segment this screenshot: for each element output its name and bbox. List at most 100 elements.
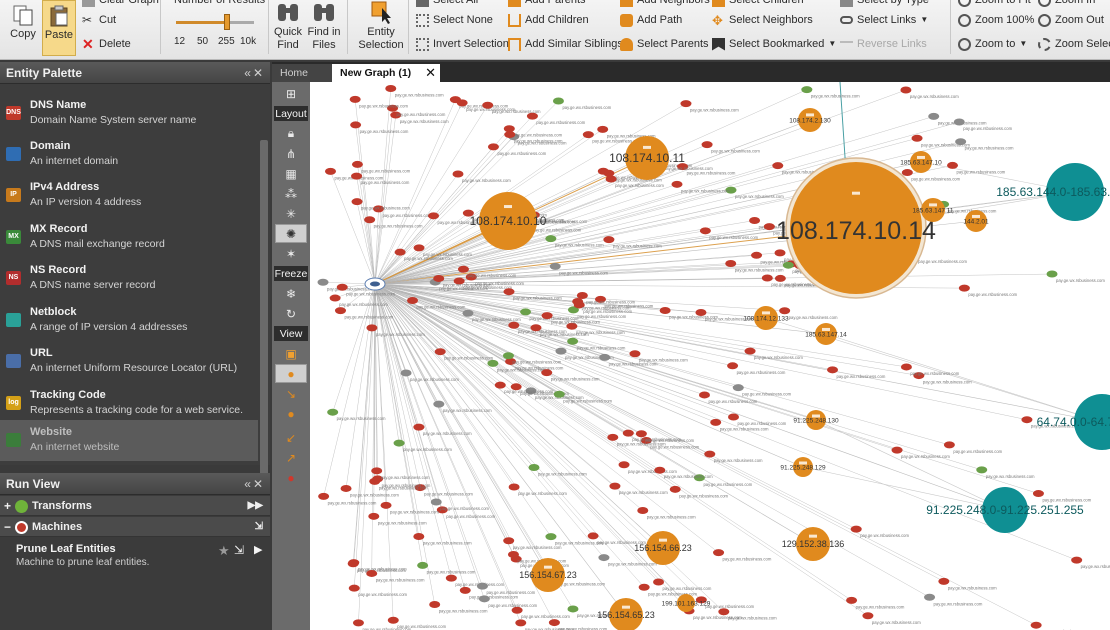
info-view-icon[interactable]: ▣ [275, 344, 307, 363]
machine-item[interactable]: Prune Leaf Entities Machine to prune lea… [0, 539, 270, 573]
select-neighbors-button[interactable]: ✥ Select Neighbors [712, 12, 813, 28]
slider-thumb[interactable] [224, 14, 230, 30]
select-parents-button[interactable]: Select Parents [620, 36, 709, 52]
freeze-icon[interactable]: ❄ [275, 284, 307, 303]
palette-entity-tracking-code[interactable]: log Tracking Code Represents a tracking co… [0, 383, 258, 424]
palette-entity-dns-name[interactable]: DNS DNS Name Domain Name System server nam… [0, 93, 258, 134]
add-similar-siblings-button[interactable]: Add Similar Siblings [508, 36, 623, 52]
tab-new-graph[interactable]: New Graph (1) ✕ [332, 64, 440, 82]
expand-icon[interactable]: + [4, 496, 11, 516]
small-entity: pay.ge.wx.rsbusiness.com [549, 262, 609, 275]
block-layout-icon[interactable]: ▦ [275, 164, 307, 183]
central-layout-icon[interactable]: ✺ [275, 224, 307, 243]
entity-label: pay.ge.wx.rsbusiness.com [361, 168, 410, 173]
entity-dot [510, 383, 522, 391]
close-tab-icon[interactable]: ✕ [425, 64, 436, 82]
zoom-in-button[interactable]: Zoom In [1038, 0, 1095, 8]
quick-find-button[interactable]: Quick Find [272, 0, 304, 52]
small-entity: pay.ge.wx.rsbusiness.com [348, 584, 408, 597]
entity-label: pay.ge.wx.rsbusiness.com [986, 474, 1035, 479]
add-siblings-icon [508, 37, 521, 51]
zoom-to-button[interactable]: Zoom to ▼ [958, 36, 1027, 52]
reverse-links-label: Reverse Links [857, 38, 927, 50]
zoom-out-button[interactable]: Zoom Out [1038, 12, 1104, 28]
small-entity: pay.ge.wx.rsbusiness.com [351, 160, 411, 173]
palette-entity-ipv4-address[interactable]: IP IPv4 Address An IP version 4 address [0, 175, 258, 216]
layout-label: Layout [275, 107, 307, 120]
entity-dot [413, 423, 425, 431]
edge-weight-icon[interactable]: ● [275, 404, 307, 423]
palette-entity-ns-record[interactable]: NS NS Record A DNS name server record [0, 258, 258, 299]
hierarchical-layout-icon[interactable]: ⋔ [275, 144, 307, 163]
palette-entity-website[interactable]: Website An internet website [0, 420, 258, 461]
graph-canvas[interactable]: pay.ge.wx.rsbusiness.com pay.ge.wx.rsbusi… [310, 82, 1110, 630]
run-all-icon[interactable]: ▶▶ [248, 496, 263, 516]
tab-home[interactable]: Home [272, 64, 332, 82]
transforms-row[interactable]: + Transforms ▶▶ [0, 496, 270, 516]
palette-entity-url[interactable]: URL An internet Uniform Resource Locator … [0, 341, 258, 382]
incoming-links-icon[interactable]: ↙ [275, 428, 307, 447]
palette-entity-netblock[interactable]: Netblock A range of IP version 4 addresse… [0, 300, 258, 341]
circular-layout-icon[interactable]: ⁂ [275, 184, 307, 203]
people-view-icon[interactable]: ● [275, 468, 307, 487]
select-all-button[interactable]: Select All [416, 0, 478, 8]
collapse-row-icon[interactable]: − [4, 517, 11, 537]
collapse-icon[interactable]: « [244, 66, 253, 80]
import-icon[interactable]: ⇲ [234, 543, 244, 557]
select-none-button[interactable]: Select None [416, 12, 493, 28]
add-neighbors-button[interactable]: Add Neighbors [620, 0, 710, 8]
close-icon[interactable]: ✕ [253, 66, 265, 80]
graph-edge [374, 283, 515, 488]
reverse-links-button[interactable]: Reverse Links [840, 36, 927, 52]
play-icon[interactable]: ▶ [254, 543, 262, 556]
entity-icon: log [6, 396, 21, 410]
entity-dot [368, 512, 380, 520]
find-in-files-button[interactable]: Find in Files [306, 0, 342, 52]
node-label: 129.152.38.136 [782, 539, 845, 549]
entity-dot [528, 464, 540, 472]
interactive-layout-icon[interactable]: ⊞ [275, 84, 307, 103]
ranked-view-icon[interactable]: ↘ [275, 384, 307, 403]
small-entity: pay.ge.wx.rsbusiness.com [801, 86, 860, 99]
cut-button[interactable]: ✂ Cut [82, 12, 116, 28]
delete-button[interactable]: ✕ Delete [82, 36, 131, 52]
outgoing-links-icon[interactable]: ↗ [275, 448, 307, 467]
invert-selection-button[interactable]: Invert Selection [416, 36, 509, 52]
star-icon[interactable]: ★ [218, 543, 230, 559]
select-children-button[interactable]: Select Children [712, 0, 804, 8]
collapse-icon[interactable]: « [244, 477, 253, 491]
zoom-out-icon [1038, 13, 1051, 27]
refresh-icon[interactable]: ↻ [275, 304, 307, 323]
palette-scrollbar[interactable] [260, 140, 268, 480]
small-entity: pay.ge.wx.rsbusiness.com [976, 466, 1035, 479]
entity-dot [487, 143, 499, 151]
palette-entity-domain[interactable]: Domain An internet domain [0, 134, 258, 175]
machines-row[interactable]: − Machines ⇲ [0, 517, 270, 537]
entity-label: pay.ge.wx.rsbusiness.com [350, 492, 399, 497]
close-icon[interactable]: ✕ [253, 477, 265, 491]
entity-icon [6, 313, 21, 327]
lock-layout-icon[interactable]: 🔒︎ [275, 124, 307, 143]
radial-layout-icon[interactable]: ✶ [275, 244, 307, 263]
entity-dot [317, 278, 329, 286]
select-links-button[interactable]: Select Links ▼ [840, 12, 928, 28]
zoom-100-button[interactable]: Zoom 100% [958, 12, 1034, 28]
add-children-button[interactable]: Add Children [508, 12, 589, 28]
palette-entity-mx-record[interactable]: MX MX Record A DNS mail exchange record [0, 217, 258, 258]
select-bookmarked-button[interactable]: Select Bookmarked ▼ [712, 36, 836, 52]
add-path-button[interactable]: Add Path [620, 12, 682, 28]
zoom-fit-button[interactable]: Zoom to Fit [958, 0, 1031, 8]
organic-layout-icon[interactable]: ✳ [275, 204, 307, 223]
paste-button[interactable]: Paste [42, 0, 76, 56]
copy-button[interactable]: Copy [6, 4, 40, 41]
entity-label: pay.ge.wx.rsbusiness.com [693, 615, 742, 620]
import-icon[interactable]: ⇲ [255, 517, 263, 537]
clear-graph-button[interactable]: Clear Graph [82, 0, 159, 8]
select-by-type-button[interactable]: Select by Type [840, 0, 929, 8]
bubble-view-icon[interactable]: ● [275, 364, 307, 383]
entity-selection-button[interactable]: Entity Selection [356, 0, 406, 52]
results-slider[interactable] [172, 12, 258, 32]
small-entity: pay.ge.wx.rsbusiness.com [846, 596, 905, 609]
zoom-selection-button[interactable]: Zoom Selection [1038, 36, 1110, 52]
add-parents-button[interactable]: Add Parents [508, 0, 586, 8]
